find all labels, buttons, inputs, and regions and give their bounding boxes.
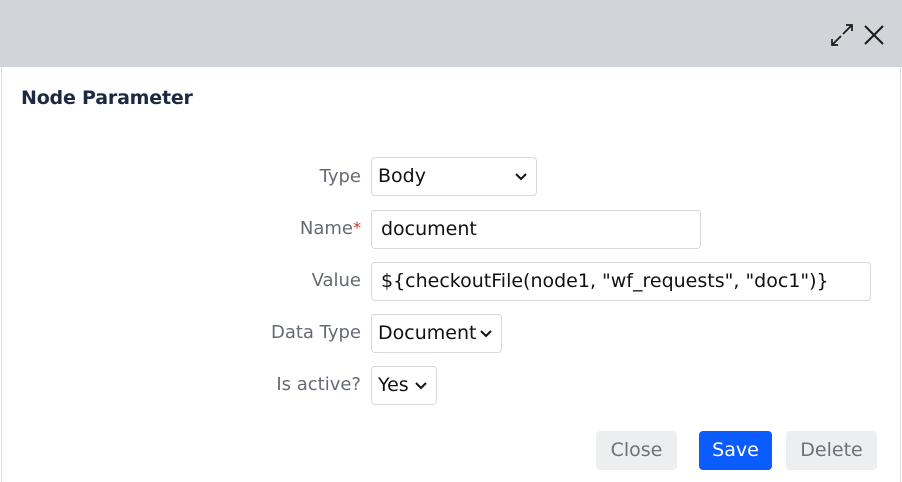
value-input[interactable]: ${checkoutFile(node1, "wf_requests", "do… <box>371 262 871 301</box>
is-active-select[interactable]: Yes <box>371 366 437 405</box>
is-active-select-value: Yes <box>378 374 409 396</box>
type-label: Type <box>319 166 361 187</box>
required-mark: * <box>353 218 361 237</box>
data-type-select[interactable]: Document <box>371 314 502 353</box>
expand-icon[interactable] <box>829 22 855 48</box>
is-active-label: Is active? <box>276 374 361 395</box>
value-label: Value <box>311 270 361 291</box>
dialog-titlebar <box>0 0 902 67</box>
chevron-down-icon <box>415 382 427 390</box>
name-input[interactable]: document <box>371 210 701 249</box>
data-type-select-value: Document <box>378 322 477 344</box>
type-select-value: Body <box>378 165 426 187</box>
save-button[interactable]: Save <box>699 431 772 470</box>
name-label: Name* <box>101 218 361 239</box>
type-select[interactable]: Body <box>371 157 537 196</box>
chevron-down-icon <box>515 173 527 181</box>
name-label-text: Name <box>299 218 353 239</box>
data-type-label: Data Type <box>270 322 361 343</box>
close-button[interactable]: Close <box>596 431 677 470</box>
chevron-down-icon <box>480 330 492 338</box>
delete-button[interactable]: Delete <box>786 431 877 470</box>
close-icon[interactable] <box>861 22 887 48</box>
dialog-title: Node Parameter <box>21 87 193 109</box>
